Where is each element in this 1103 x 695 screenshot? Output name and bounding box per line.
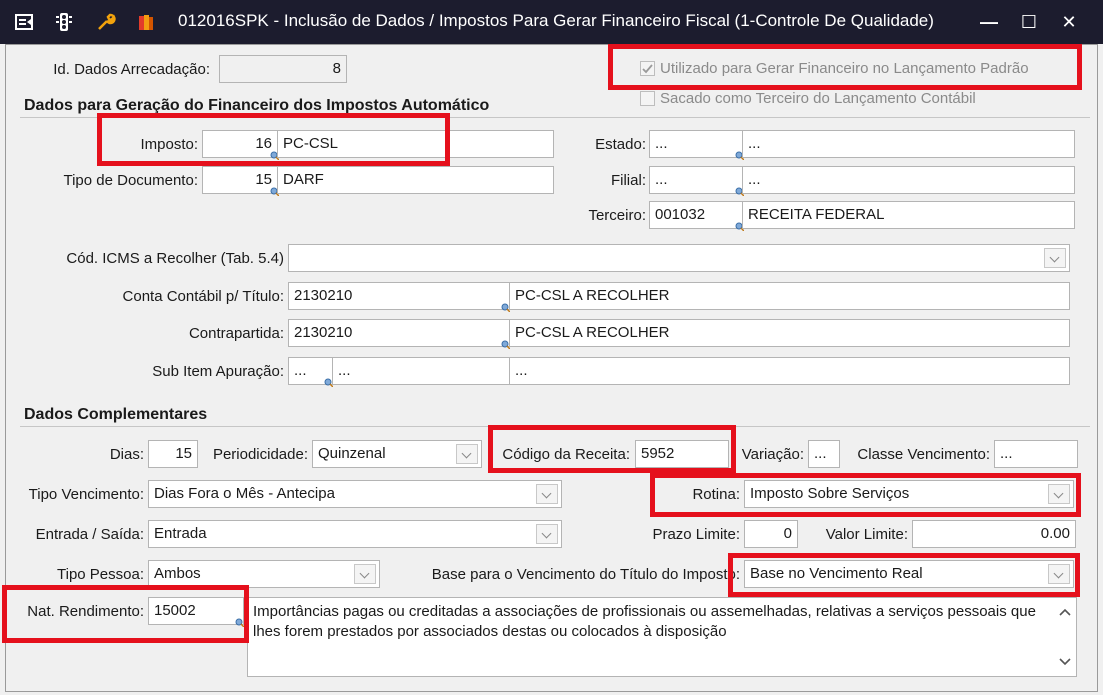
estado-desc-field[interactable]: ... [742,130,1075,158]
imposto-label: Imposto: [140,136,198,153]
rotina-value: Imposto Sobre Serviços [750,485,910,502]
entrada-saida-label: Entrada / Saída: [35,526,144,543]
chevron-down-icon[interactable] [354,564,376,584]
tipo-pessoa-label: Tipo Pessoa: [57,566,144,583]
filial-code-field[interactable]: ... [649,166,743,194]
contrapartida-label: Contrapartida: [188,325,284,342]
valor-limite-label: Valor Limite: [825,526,908,543]
icms-recolher-label: Cód. ICMS a Recolher (Tab. 5.4) [66,250,284,267]
tipo-pessoa-value: Ambos [154,565,201,582]
conta-contabil-code-field[interactable]: 2130210 [288,282,510,310]
base-vencimento-value: Base no Vencimento Real [750,565,923,582]
minimize-button[interactable]: — [972,8,1006,36]
terceiro-code-field[interactable]: 001032 [649,201,743,229]
nat-rendimento-label: Nat. Rendimento: [27,603,144,620]
section-title-complementares: Dados Complementares [24,406,208,423]
contrapartida-code-field[interactable]: 2130210 [288,319,510,347]
nat-rendimento-description[interactable]: Importâncias pagas ou creditadas a assoc… [247,597,1077,677]
filial-desc-field[interactable]: ... [742,166,1075,194]
wrench-icon[interactable] [96,12,116,32]
tipo-pessoa-select[interactable]: Ambos [148,560,380,588]
sub-item-apuracao-label: Sub Item Apuração: [152,363,284,380]
variacao-label: Variação: [741,446,804,463]
dias-field[interactable]: 15 [148,440,198,468]
periodicidade-label: Periodicidade: [212,446,308,463]
section-title-geracao: Dados para Geração do Financeiro dos Imp… [24,97,490,114]
tipo-vencimento-value: Dias Fora o Mês - Antecipa [154,485,335,502]
books-icon[interactable] [136,12,156,32]
codigo-receita-field[interactable]: 5952 [635,440,729,468]
estado-label: Estado: [595,136,646,153]
chevron-down-icon[interactable] [1048,564,1070,584]
periodicidade-value: Quinzenal [318,445,386,462]
id-arrecadacao-label: Id. Dados Arrecadação: [53,61,210,78]
estado-code-field[interactable]: ... [649,130,743,158]
variacao-field[interactable]: ... [808,440,840,468]
codigo-receita-label: Código da Receita: [502,446,630,463]
periodicidade-select[interactable]: Quinzenal [312,440,482,468]
sacado-terceiro-checkbox[interactable] [640,91,655,106]
chevron-down-icon[interactable] [456,444,478,464]
valor-limite-field[interactable]: 0.00 [912,520,1076,548]
sub-item-desc-field[interactable]: ... [509,357,1070,385]
chevron-down-icon[interactable] [536,484,558,504]
sacado-terceiro-label: Sacado como Terceiro do Lançamento Contá… [660,90,976,107]
tipo-vencimento-select[interactable]: Dias Fora o Mês - Antecipa [148,480,562,508]
contrapartida-desc-field[interactable]: PC-CSL A RECOLHER [509,319,1070,347]
prazo-limite-label: Prazo Limite: [652,526,740,543]
terceiro-desc-field[interactable]: RECEITA FEDERAL [742,201,1075,229]
menu-icon[interactable] [14,12,34,32]
terceiro-label: Terceiro: [588,207,646,224]
title-bar: 012016SPK - Inclusão de Dados / Impostos… [0,0,1103,44]
entrada-saida-value: Entrada [154,525,207,542]
gerar-financeiro-label: Utilizado para Gerar Financeiro no Lança… [660,60,1029,77]
dias-label: Dias: [109,446,144,463]
conta-contabil-label: Conta Contábil p/ Título: [122,288,284,305]
memo-scrollbar[interactable] [1055,599,1075,675]
nat-rendimento-desc-text: Importâncias pagas ou creditadas a assoc… [253,603,1036,640]
conta-contabil-desc-field[interactable]: PC-CSL A RECOLHER [509,282,1070,310]
classe-vencimento-field[interactable]: ... [994,440,1078,468]
rotina-select[interactable]: Imposto Sobre Serviços [744,480,1074,508]
imposto-code-field[interactable]: 16 [202,130,278,158]
checkmark-icon [642,64,653,74]
tipo-documento-label: Tipo de Documento: [63,172,198,189]
nat-rendimento-code-field[interactable]: 15002 [148,597,244,625]
rotina-label: Rotina: [692,486,740,503]
icms-recolher-select[interactable] [288,244,1070,272]
chevron-down-icon[interactable] [536,524,558,544]
base-vencimento-select[interactable]: Base no Vencimento Real [744,560,1074,588]
entrada-saida-select[interactable]: Entrada [148,520,562,548]
tipo-documento-desc-field[interactable]: DARF [277,166,554,194]
close-button[interactable]: ✕ [1052,8,1086,36]
filial-label: Filial: [610,172,646,189]
chevron-down-icon[interactable] [1048,484,1070,504]
chevron-down-icon[interactable] [1044,248,1066,268]
maximize-button[interactable]: ☐ [1012,8,1046,36]
scroll-arrows-icon[interactable] [1055,599,1075,677]
section-divider [20,117,1090,118]
sub-item-mid-field[interactable]: ... [332,357,510,385]
prazo-limite-field[interactable]: 0 [744,520,798,548]
lookup-icon[interactable] [235,618,244,627]
section-divider [20,426,1090,427]
gerar-financeiro-checkbox[interactable] [640,61,655,76]
imposto-desc-field[interactable]: PC-CSL [277,130,554,158]
classe-vencimento-label: Classe Vencimento: [857,446,990,463]
window-title: 012016SPK - Inclusão de Dados / Impostos… [178,11,934,30]
tipo-documento-code-field[interactable]: 15 [202,166,278,194]
id-arrecadacao-field[interactable]: 8 [219,55,347,83]
tipo-vencimento-label: Tipo Vencimento: [28,486,144,503]
traffic-light-icon[interactable] [54,12,74,32]
base-vencimento-label: Base para o Vencimento do Título do Impo… [431,566,740,583]
